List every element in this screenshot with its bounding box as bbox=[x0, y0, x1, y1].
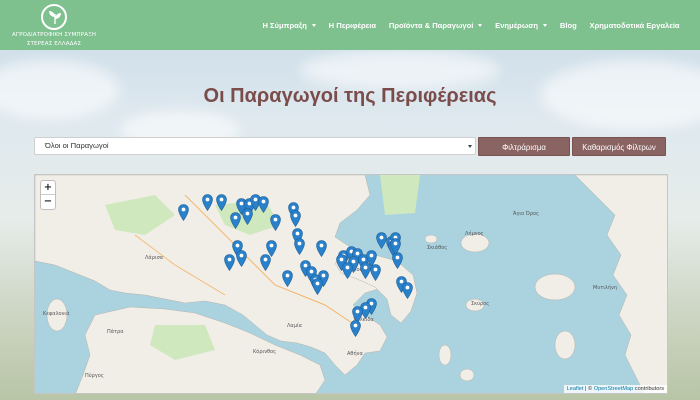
map-island-andros bbox=[438, 344, 452, 366]
map-place-label: Λάρισα bbox=[145, 255, 164, 261]
map-pin-icon[interactable] bbox=[177, 204, 189, 222]
map-pin-icon[interactable] bbox=[257, 196, 269, 214]
map-place-label: Άγιο Όρος bbox=[513, 211, 539, 217]
nav-label: Ενημέρωση bbox=[495, 20, 539, 30]
main-nav: Η Σύμπραξη Η Περιφέρεια Προϊόντα & Παραγ… bbox=[256, 0, 686, 50]
map-pin-icon[interactable] bbox=[341, 262, 353, 280]
clear-filters-button[interactable]: Καθαρισμός Φίλτρων bbox=[572, 137, 666, 156]
attribution-separator: | © bbox=[583, 386, 594, 392]
producer-filter-select[interactable]: Όλοι οι Παραγωγοί bbox=[34, 137, 476, 155]
map-pin-icon[interactable] bbox=[359, 262, 371, 280]
map-pin-icon[interactable] bbox=[389, 238, 401, 256]
map-pin-icon[interactable] bbox=[259, 254, 271, 272]
nav-label: Blog bbox=[559, 20, 577, 30]
nav-item-news[interactable]: Ενημέρωση bbox=[489, 21, 554, 30]
map-place-label: Αθήνα bbox=[347, 351, 363, 357]
map-island-chios bbox=[554, 330, 576, 360]
map-place-label: Μυτιλήνη bbox=[593, 285, 617, 291]
map-place-label: Λήμνος bbox=[465, 231, 484, 237]
map-place-label: Λαμία bbox=[287, 323, 302, 329]
leaf-logo-icon bbox=[41, 4, 67, 30]
chevron-down-icon bbox=[468, 145, 472, 148]
map-turkey-coast bbox=[574, 175, 667, 393]
map-pin-icon[interactable] bbox=[215, 194, 227, 212]
map-land bbox=[35, 175, 667, 393]
map-island-tinos bbox=[459, 368, 475, 382]
nav-label: Προϊόντα & Παραγωγοί bbox=[388, 20, 474, 30]
map-pin-icon[interactable] bbox=[269, 214, 281, 232]
nav-item-blog[interactable]: Blog bbox=[553, 21, 583, 30]
map-forest bbox=[380, 175, 420, 215]
nav-item-symprajh[interactable]: Η Σύμπραξη bbox=[256, 21, 322, 30]
map-place-label: Πύργος bbox=[85, 373, 104, 379]
map-pin-icon[interactable] bbox=[401, 282, 413, 300]
map-pin-icon[interactable] bbox=[201, 194, 213, 212]
osm-link[interactable]: OpenStreetMap bbox=[594, 386, 634, 392]
chevron-down-icon bbox=[478, 23, 483, 27]
filter-button[interactable]: Φιλτράρισμα bbox=[478, 137, 570, 156]
map-island-lesvos bbox=[534, 273, 576, 301]
logo-line-2: ΣΤΕΡΕΑΣ ΕΛΛΑΔΑΣ bbox=[26, 40, 82, 47]
nav-item-perifereia[interactable]: Η Περιφέρεια bbox=[322, 21, 382, 30]
nav-label: Χρηματοδοτικά Εργαλεία bbox=[589, 20, 680, 30]
select-value: Όλοι οι Παραγωγοί bbox=[45, 141, 109, 150]
logo-line-1: ΑΓΡΟΔΙΑΤΡΟΦΙΚΗ ΣΥΜΠΡΑΞΗ bbox=[11, 32, 97, 38]
site-logo[interactable]: ΑΓΡΟΔΙΑΤΡΟΦΙΚΗ ΣΥΜΠΡΑΞΗ ΣΤΕΡΕΑΣ ΕΛΛΑΔΑΣ bbox=[8, 4, 100, 48]
map-pin-icon[interactable] bbox=[293, 238, 305, 256]
map-pin-icon[interactable] bbox=[311, 278, 323, 296]
nav-label: Η Σύμπραξη bbox=[262, 20, 307, 30]
map-attribution: Leaflet | © OpenStreetMap contributors bbox=[563, 385, 667, 393]
attribution-tail: contributors bbox=[633, 386, 664, 392]
map-place-label: Κόρινθος bbox=[253, 349, 277, 355]
map-pin-icon[interactable] bbox=[235, 250, 247, 268]
map-pin-icon[interactable] bbox=[349, 320, 361, 338]
page-title: Οι Παραγωγοί της Περιφέρειας bbox=[203, 85, 497, 107]
map-pin-icon[interactable] bbox=[369, 264, 381, 282]
chevron-down-icon bbox=[543, 23, 548, 27]
site-header: ΑΓΡΟΔΙΑΤΡΟΦΙΚΗ ΣΥΜΠΡΑΞΗ ΣΤΕΡΕΑΣ ΕΛΛΑΔΑΣ … bbox=[0, 0, 700, 50]
map-place-label: Σκιάθος bbox=[427, 245, 448, 251]
zoom-out-button[interactable]: − bbox=[41, 195, 55, 209]
map-pin-icon[interactable] bbox=[241, 208, 253, 226]
nav-label: Η Περιφέρεια bbox=[328, 20, 377, 30]
map-place-label: Σκύρος bbox=[471, 301, 490, 307]
map-island-skiathos bbox=[424, 234, 438, 244]
zoom-in-button[interactable]: + bbox=[41, 181, 55, 195]
chevron-down-icon bbox=[311, 23, 316, 27]
map-pin-icon[interactable] bbox=[315, 240, 327, 258]
map-pin-icon[interactable] bbox=[289, 210, 301, 228]
producers-map[interactable]: ΛάρισαΒόλοςΣκιάθοςΛαμίαΧαλκίδαΑθήναΠάτρα… bbox=[34, 174, 668, 394]
nav-item-products-producers[interactable]: Προϊόντα & Παραγωγοί bbox=[382, 21, 488, 30]
map-place-label: Κεφαλονιά bbox=[43, 311, 70, 317]
map-pin-icon[interactable] bbox=[281, 270, 293, 288]
map-place-label: Πάτρα bbox=[107, 329, 124, 335]
nav-item-funding-tools[interactable]: Χρηματοδοτικά Εργαλεία bbox=[583, 21, 686, 30]
map-pin-icon[interactable] bbox=[223, 254, 235, 272]
zoom-control: + − bbox=[40, 180, 56, 210]
leaflet-link[interactable]: Leaflet bbox=[567, 386, 584, 392]
map-pin-icon[interactable] bbox=[229, 212, 241, 230]
